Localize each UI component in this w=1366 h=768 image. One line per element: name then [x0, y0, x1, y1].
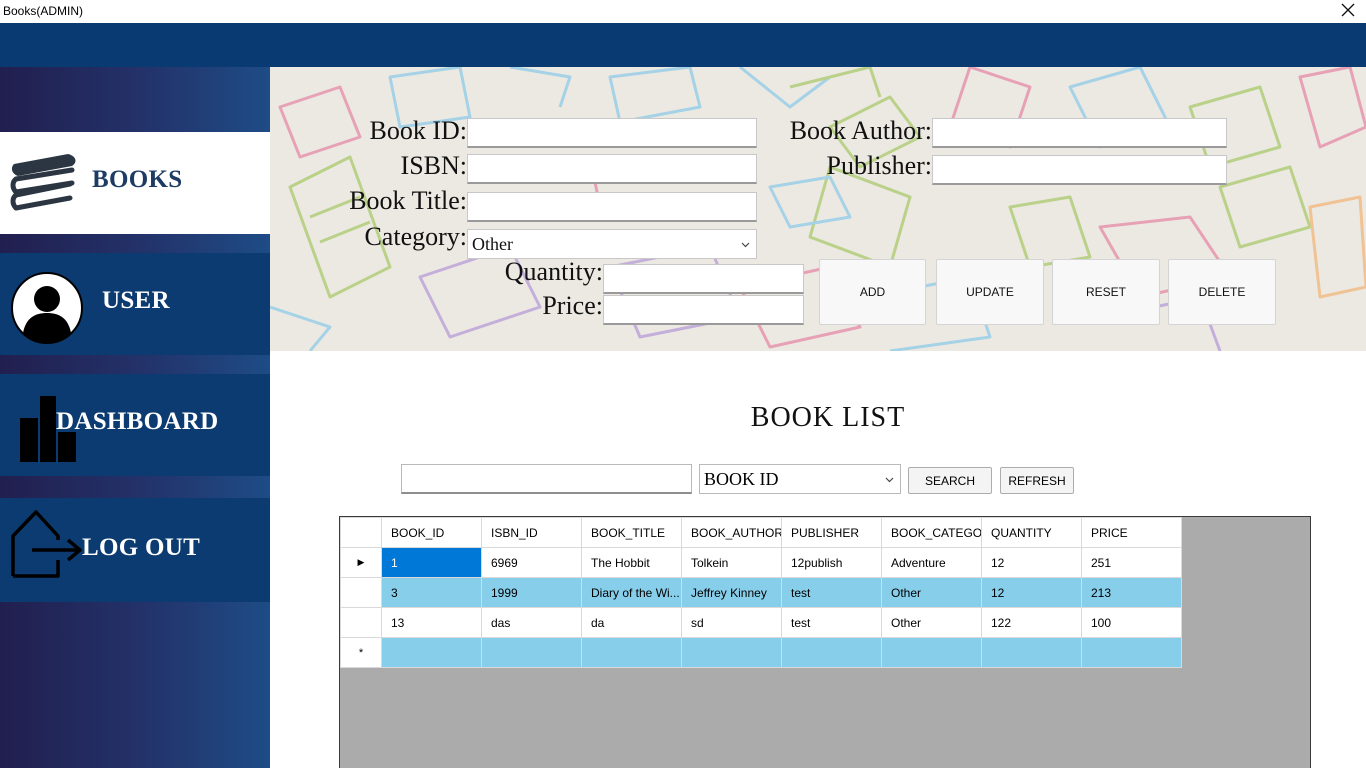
sidebar-item-label: BOOKS: [92, 166, 183, 193]
column-header[interactable]: ISBN_ID: [481, 517, 582, 548]
reset-button[interactable]: RESET: [1052, 259, 1160, 325]
table-cell[interactable]: 13: [381, 607, 482, 638]
table-cell[interactable]: [981, 637, 1082, 668]
table-cell[interactable]: [1081, 637, 1182, 668]
search-input[interactable]: [401, 464, 692, 494]
chevron-down-icon: [885, 477, 894, 483]
book-id-label: Book ID:: [369, 116, 468, 145]
table-cell[interactable]: 6969: [481, 547, 582, 578]
new-row-icon[interactable]: *: [340, 637, 382, 668]
table-cell[interactable]: 3: [381, 577, 482, 608]
table-cell[interactable]: The Hobbit: [581, 547, 682, 578]
row-selector-icon[interactable]: ▶: [340, 547, 382, 578]
table-cell[interactable]: 12publish: [781, 547, 882, 578]
table-cell[interactable]: [781, 637, 882, 668]
publisher-field[interactable]: [932, 155, 1227, 185]
window-title: Books(ADMIN): [3, 4, 84, 18]
book-list-title: BOOK LIST: [750, 402, 906, 433]
publisher-label: Publisher:: [826, 151, 932, 180]
table-cell[interactable]: 12: [981, 547, 1082, 578]
row-selector[interactable]: [340, 577, 382, 608]
sidebar-item-label: USER: [102, 287, 170, 314]
header-band: [0, 23, 1366, 67]
table-row[interactable]: 3 1999 Diary of the Wi... Jeffrey Kinney…: [340, 577, 1182, 608]
sidebar-item-user[interactable]: USER: [0, 253, 270, 355]
table-cell[interactable]: 213: [1081, 577, 1182, 608]
book-title-label: Book Title:: [349, 186, 467, 215]
quantity-label: Quantity:: [504, 257, 603, 286]
sidebar-item-logout[interactable]: LOG OUT: [0, 498, 270, 602]
update-button[interactable]: UPDATE: [936, 259, 1044, 325]
logout-house-icon: [11, 510, 82, 578]
close-icon[interactable]: [1340, 2, 1356, 18]
book-title-field[interactable]: [467, 192, 757, 222]
table-header-row: BOOK_ID ISBN_ID BOOK_TITLE BOOK_AUTHOR P…: [340, 517, 1182, 548]
book-table: BOOK_ID ISBN_ID BOOK_TITLE BOOK_AUTHOR P…: [340, 517, 1182, 668]
table-cell[interactable]: 1999: [481, 577, 582, 608]
table-cell[interactable]: 1: [381, 547, 482, 578]
table-cell[interactable]: [481, 637, 582, 668]
search-by-value: BOOK ID: [704, 469, 779, 489]
quantity-field[interactable]: [603, 264, 804, 294]
table-cell[interactable]: Jeffrey Kinney: [681, 577, 782, 608]
table-cell[interactable]: [581, 637, 682, 668]
category-label: Category:: [364, 222, 467, 251]
table-cell[interactable]: [881, 637, 982, 668]
table-cell[interactable]: 251: [1081, 547, 1182, 578]
category-select[interactable]: Other: [467, 229, 757, 259]
book-author-label: Book Author:: [789, 116, 932, 145]
sidebar: BOOKS USER DASHBOARD LOG OUT: [0, 67, 270, 768]
sidebar-item-dashboard[interactable]: DASHBOARD: [0, 374, 270, 476]
user-avatar-icon: [11, 272, 83, 344]
column-header[interactable]: QUANTITY: [981, 517, 1082, 548]
table-cell[interactable]: [681, 637, 782, 668]
sidebar-item-label: DASHBOARD: [56, 408, 219, 435]
price-field[interactable]: [603, 295, 804, 325]
table-cell[interactable]: test: [781, 607, 882, 638]
table-cell[interactable]: Other: [881, 607, 982, 638]
column-header[interactable]: PUBLISHER: [781, 517, 882, 548]
add-button[interactable]: ADD: [819, 259, 926, 325]
isbn-label: ISBN:: [400, 151, 467, 180]
table-cell[interactable]: Adventure: [881, 547, 982, 578]
price-label: Price:: [542, 291, 603, 320]
search-button[interactable]: SEARCH: [908, 467, 992, 494]
category-value: Other: [472, 234, 513, 254]
chevron-down-icon: [741, 242, 750, 248]
table-cell[interactable]: [381, 637, 482, 668]
search-by-select[interactable]: BOOK ID: [699, 464, 901, 494]
book-id-field[interactable]: [467, 118, 757, 148]
table-cell[interactable]: Tolkein: [681, 547, 782, 578]
table-row[interactable]: 13 das da sd test Other 122 100: [340, 607, 1182, 638]
column-header[interactable]: BOOK_TITLE: [581, 517, 682, 548]
sidebar-item-books[interactable]: BOOKS: [0, 132, 270, 234]
book-author-field[interactable]: [932, 118, 1227, 148]
table-cell[interactable]: 12: [981, 577, 1082, 608]
isbn-field[interactable]: [467, 154, 757, 184]
title-bar: Books(ADMIN): [0, 0, 1366, 23]
books-stack-icon: [10, 154, 76, 211]
column-header[interactable]: BOOK_ID: [381, 517, 482, 548]
table-row[interactable]: ▶ 1 6969 The Hobbit Tolkein 12publish Ad…: [340, 547, 1182, 578]
table-cell[interactable]: das: [481, 607, 582, 638]
table-cell[interactable]: Other: [881, 577, 982, 608]
table-cell[interactable]: test: [781, 577, 882, 608]
table-cell[interactable]: Diary of the Wi...: [581, 577, 682, 608]
row-header-corner: [340, 517, 382, 548]
column-header[interactable]: BOOK_CATEGO: [881, 517, 982, 548]
book-grid[interactable]: BOOK_ID ISBN_ID BOOK_TITLE BOOK_AUTHOR P…: [339, 516, 1311, 768]
table-cell[interactable]: 100: [1081, 607, 1182, 638]
column-header[interactable]: BOOK_AUTHOR: [681, 517, 782, 548]
table-cell[interactable]: 122: [981, 607, 1082, 638]
delete-button[interactable]: DELETE: [1168, 259, 1276, 325]
table-cell[interactable]: sd: [681, 607, 782, 638]
sidebar-item-label: LOG OUT: [82, 534, 201, 561]
new-row[interactable]: *: [340, 637, 1182, 668]
refresh-button[interactable]: REFRESH: [1000, 467, 1074, 494]
column-header[interactable]: PRICE: [1081, 517, 1182, 548]
table-cell[interactable]: da: [581, 607, 682, 638]
row-selector[interactable]: [340, 607, 382, 638]
